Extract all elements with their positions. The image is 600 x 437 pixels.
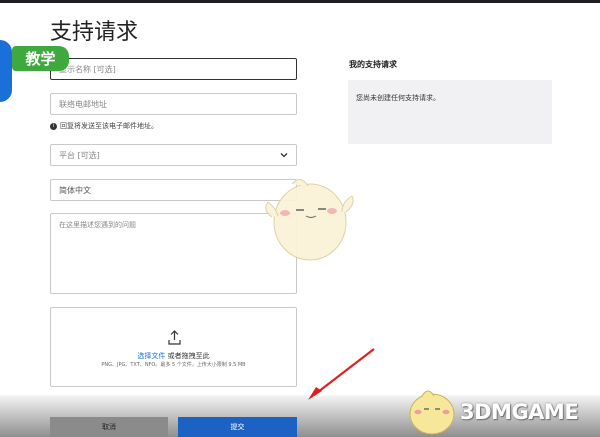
small-mascot-logo	[409, 390, 455, 435]
submit-button[interactable]: 提交	[178, 417, 297, 437]
email-hint: i 回复将发送至该电子邮件地址。	[50, 121, 158, 131]
language-value: 简体中文	[59, 185, 91, 195]
contact-email-input[interactable]: 联络电邮地址	[50, 93, 297, 115]
platform-placeholder: 平台 [可选]	[59, 150, 100, 160]
upload-icon	[168, 330, 181, 345]
file-dropzone[interactable]: 选择文件 或者拖拽至此 PNG、JPG、TXT、NFO。最多 5 个文件，上传大…	[50, 307, 297, 387]
my-requests-panel: 您尚未创建任何支持请求。	[348, 80, 552, 144]
red-arrow-annotation	[308, 348, 375, 400]
my-requests-title: 我的支持请求	[349, 60, 397, 69]
mascot-illustration	[265, 179, 354, 261]
info-icon: i	[50, 122, 57, 130]
description-placeholder: 在这里描述您遇到的问题	[59, 221, 136, 229]
watermark-logo: 3DMGAME	[460, 400, 579, 424]
top-strip	[0, 0, 600, 3]
cancel-button[interactable]: 取消	[50, 417, 168, 437]
dropzone-instruction: 选择文件 或者拖拽至此	[51, 351, 296, 361]
platform-select[interactable]: 平台 [可选]	[50, 144, 297, 166]
drag-here-text: 或者拖拽至此	[165, 352, 210, 360]
description-textarea[interactable]: 在这里描述您遇到的问题	[50, 213, 297, 294]
choose-file-link[interactable]: 选择文件	[137, 352, 165, 360]
email-hint-text: 回复将发送至该电子邮件地址。	[60, 122, 158, 130]
tutorial-badge: 教学	[12, 46, 69, 71]
language-field[interactable]: 简体中文	[50, 179, 297, 201]
left-edge-decoration	[0, 40, 12, 102]
contact-email-placeholder: 联络电邮地址	[59, 99, 107, 109]
no-requests-text: 您尚未创建任何支持请求。	[356, 94, 440, 102]
file-types-text: PNG、JPG、TXT、NFO。最多 5 个文件，上传大小限制 9.5 MB	[101, 362, 246, 368]
chevron-down-icon	[280, 153, 288, 158]
display-name-input[interactable]: 显示名称 [可选]	[50, 58, 297, 80]
page-title: 支持请求	[50, 20, 139, 45]
